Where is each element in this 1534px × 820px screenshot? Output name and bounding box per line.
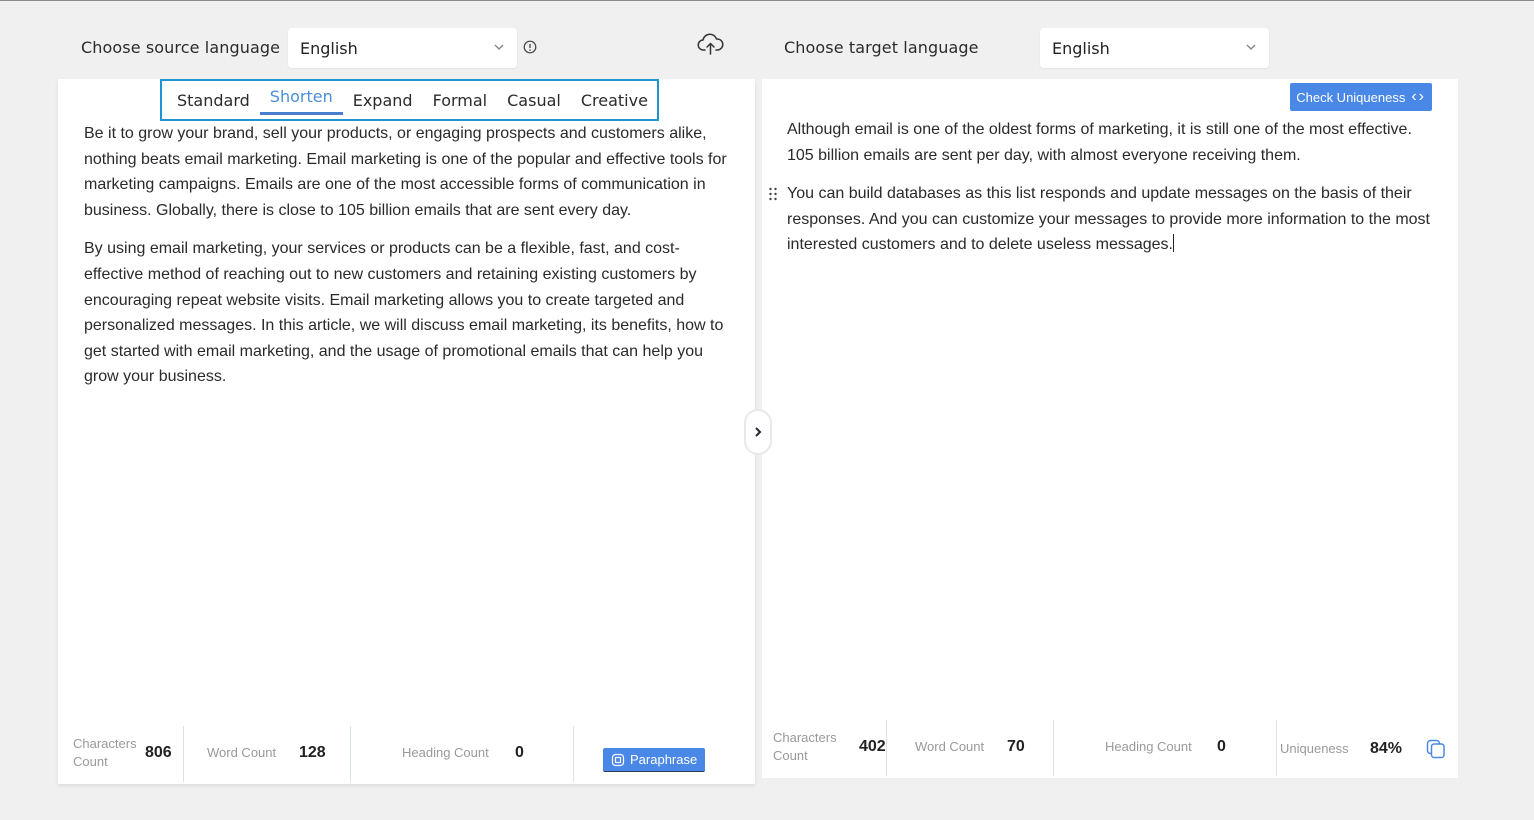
paraphrase-label: Paraphrase <box>630 752 698 767</box>
target-language-select[interactable]: English <box>1040 28 1269 68</box>
target-language-value: English <box>1052 38 1110 58</box>
chevron-down-icon <box>494 44 504 50</box>
output-stats-bar: Characters Count 402 Word Count 70 Headi… <box>762 716 1458 778</box>
tab-expand[interactable]: Expand <box>343 81 423 119</box>
source-language-value: English <box>300 38 358 58</box>
check-uniqueness-button[interactable]: Check Uniqueness ‹› <box>1290 83 1432 111</box>
paraphrase-stat: Paraphrase <box>573 722 755 784</box>
tab-creative[interactable]: Creative <box>571 81 658 119</box>
mode-tabs: Standard Shorten Expand Formal Casual Cr… <box>160 79 659 121</box>
output-panel: Check Uniqueness ‹› Although email is on… <box>762 79 1458 778</box>
paraphrase-icon <box>611 753 625 766</box>
output-paragraph: Although email is one of the oldest form… <box>787 121 1412 164</box>
source-text-editor[interactable]: Be it to grow your brand, sell your prod… <box>84 121 734 403</box>
characters-count-value: 806 <box>145 744 172 761</box>
word-count-value: 70 <box>1007 738 1025 755</box>
tab-casual[interactable]: Casual <box>497 81 571 119</box>
output-headings-stat: Heading Count 0 <box>1053 716 1276 778</box>
word-count-value: 128 <box>299 744 326 761</box>
code-brackets-icon: ‹› <box>1411 88 1426 105</box>
word-count-label: Word Count <box>915 739 985 754</box>
heading-count-value: 0 <box>515 744 524 761</box>
paraphrase-button[interactable]: Paraphrase <box>603 748 706 772</box>
source-language-select[interactable]: English <box>288 28 517 68</box>
word-count-label: Word Count <box>207 745 277 760</box>
text-cursor <box>1172 234 1174 253</box>
panel-toggle-button[interactable] <box>744 409 772 455</box>
source-language-label: Choose source language <box>81 38 281 57</box>
source-stats-bar: Characters Count 806 Word Count 128 Head… <box>58 722 755 784</box>
output-text-editor[interactable]: Although email is one of the oldest form… <box>787 117 1437 271</box>
chevron-down-icon <box>1246 44 1256 50</box>
tab-formal[interactable]: Formal <box>423 81 498 119</box>
source-words-stat: Word Count 128 <box>183 722 350 784</box>
characters-count-value: 402 <box>859 738 886 755</box>
source-paragraph: By using email marketing, your services … <box>84 240 724 386</box>
tab-shorten[interactable]: Shorten <box>259 81 343 119</box>
output-characters-stat: Characters Count 402 <box>762 716 886 778</box>
heading-count-label: Heading Count <box>402 745 489 760</box>
characters-count-label: Characters Count <box>773 730 837 763</box>
target-language-label: Choose target language <box>784 38 979 57</box>
source-panel: Standard Shorten Expand Formal Casual Cr… <box>58 79 755 784</box>
source-characters-stat: Characters Count 806 <box>58 722 183 784</box>
output-words-stat: Word Count 70 <box>886 716 1053 778</box>
source-headings-stat: Heading Count 0 <box>350 722 573 784</box>
output-paragraph: You can build databases as this list res… <box>787 181 1437 258</box>
heading-count-value: 0 <box>1217 738 1226 755</box>
info-circle-icon[interactable] <box>523 40 537 54</box>
characters-count-label: Characters Count <box>73 736 137 769</box>
cloud-upload-icon[interactable] <box>697 33 724 57</box>
copy-icon[interactable] <box>1426 739 1446 759</box>
tab-standard[interactable]: Standard <box>167 81 260 119</box>
heading-count-label: Heading Count <box>1105 739 1192 754</box>
uniqueness-label: Uniqueness <box>1280 741 1349 756</box>
uniqueness-value: 84% <box>1370 740 1403 757</box>
check-uniqueness-label: Check Uniqueness <box>1296 89 1406 105</box>
output-uniqueness-stat: Uniqueness 84% <box>1276 716 1458 778</box>
source-paragraph: Be it to grow your brand, sell your prod… <box>84 125 727 219</box>
output-paragraph-text: You can build databases as this list res… <box>787 185 1430 254</box>
drag-handle-icon[interactable] <box>768 187 778 201</box>
chevron-right-icon <box>755 427 762 437</box>
